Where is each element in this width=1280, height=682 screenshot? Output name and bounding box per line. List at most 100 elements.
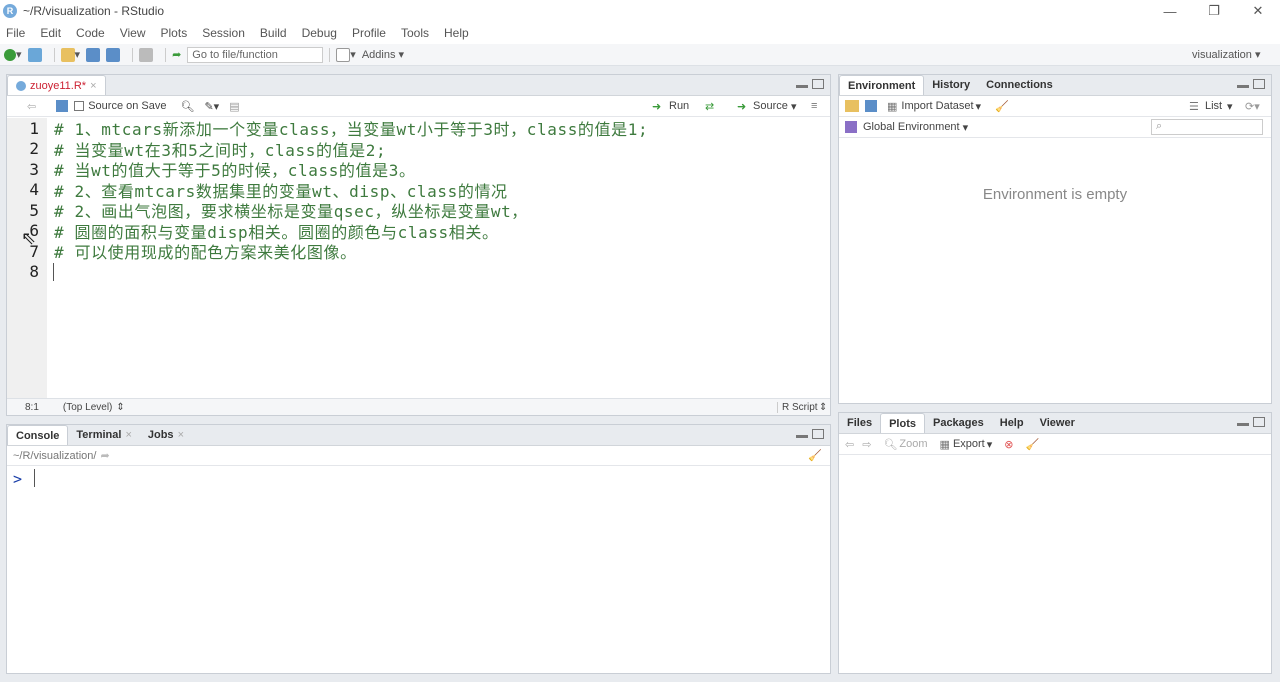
clear-console-icon[interactable]: 🧹 [808, 449, 822, 462]
scope-dropdown-icon[interactable]: ⇕ [116, 402, 124, 413]
export-icon: ▦ [939, 438, 950, 451]
menu-debug[interactable]: Debug [302, 26, 337, 40]
env-search-input[interactable]: ⌕ [1151, 119, 1263, 135]
tab-console[interactable]: Console [7, 425, 69, 445]
menu-help[interactable]: Help [444, 26, 469, 40]
zoom-button[interactable]: Zoom [899, 438, 927, 450]
env-dropdown-icon[interactable]: ▾ [963, 121, 969, 134]
console-input[interactable]: > [7, 466, 830, 673]
addins-button[interactable]: Addins ▾ [362, 48, 404, 62]
tab-label: Help [999, 417, 1024, 429]
file-type-dropdown-icon[interactable]: ⇕ [819, 402, 827, 413]
menu-session[interactable]: Session [202, 26, 245, 40]
rerun-icon[interactable]: ⇄ [705, 100, 714, 113]
menu-build[interactable]: Build [260, 26, 287, 40]
menu-code[interactable]: Code [76, 26, 105, 40]
clear-plots-icon[interactable]: 🧹 [1025, 438, 1039, 451]
tab-packages[interactable]: Packages [925, 413, 992, 433]
tab-environment[interactable]: Environment [839, 75, 925, 95]
close-button[interactable]: ✕ [1236, 0, 1280, 22]
import-dataset-button[interactable]: Import Dataset [901, 100, 973, 112]
file-type-selector[interactable]: R Script [777, 401, 818, 413]
project-menu[interactable]: visualization ▾ [1192, 48, 1261, 62]
source-button[interactable]: Source [753, 100, 788, 112]
list-dropdown-icon[interactable]: ▾ [1227, 100, 1233, 113]
compile-report-icon[interactable]: ▤ [229, 100, 239, 113]
forward-arrow-icon[interactable]: ⇨ [862, 438, 871, 451]
new-file-button[interactable]: ▾ [4, 48, 22, 61]
back-arrow-icon[interactable]: ⇦ [845, 438, 854, 451]
goto-dir-icon[interactable]: ➦ [100, 449, 109, 462]
print-button[interactable] [139, 47, 154, 62]
source-arrow-icon: ➜ [737, 100, 747, 113]
minimize-pane-icon[interactable] [1237, 85, 1249, 88]
tab-viewer[interactable]: Viewer [1032, 413, 1083, 433]
menu-profile[interactable]: Profile [352, 26, 386, 40]
wand-icon[interactable]: ✎▾ [204, 100, 219, 113]
save-workspace-icon[interactable] [865, 100, 877, 112]
new-project-button[interactable] [27, 47, 42, 62]
table-icon: ▦ [887, 100, 898, 113]
maximize-pane-icon[interactable] [812, 79, 824, 89]
export-dropdown-icon[interactable]: ▾ [987, 438, 993, 451]
import-dropdown-icon[interactable]: ▾ [976, 100, 982, 113]
plus-icon [4, 48, 16, 61]
save-icon[interactable] [56, 100, 69, 112]
back-icon[interactable]: ⇦ [27, 100, 36, 113]
tab-label: Connections [986, 79, 1053, 91]
load-workspace-icon[interactable] [845, 100, 859, 112]
menu-edit[interactable]: Edit [40, 26, 61, 40]
line-number: 8 [29, 262, 39, 281]
source-dropdown-icon[interactable]: ▾ [791, 100, 797, 113]
workspace-panes-button[interactable]: ▾ [336, 47, 356, 62]
outline-icon[interactable]: ≡ [811, 100, 817, 112]
scope-selector[interactable]: (Top Level) [63, 402, 112, 413]
export-button[interactable]: Export [953, 438, 985, 450]
list-view-selector[interactable]: List [1205, 100, 1222, 112]
refresh-icon[interactable]: ⟳▾ [1245, 100, 1260, 113]
goto-file-input[interactable]: Go to file/function [187, 46, 324, 63]
close-tab-icon[interactable]: × [178, 429, 184, 441]
search-icon[interactable]: 🔍︎ [181, 100, 195, 113]
save-all-button[interactable] [106, 47, 121, 62]
tab-history[interactable]: History [924, 75, 978, 95]
tab-jobs[interactable]: Jobs × [140, 425, 192, 445]
maximize-pane-icon[interactable] [812, 429, 824, 439]
env-scope-bar: Global Environment ▾ ⌕ [839, 117, 1271, 138]
close-tab-icon[interactable]: × [125, 429, 131, 441]
tab-zuoye11[interactable]: zuoye11.R* × [7, 75, 106, 95]
menu-tools[interactable]: Tools [401, 26, 429, 40]
close-tab-icon[interactable]: × [90, 80, 96, 92]
restore-button[interactable]: ❐ [1192, 0, 1236, 22]
toolbar-separator [165, 47, 167, 62]
tab-label: Terminal [76, 429, 122, 441]
source-on-save-checkbox[interactable] [74, 101, 85, 111]
maximize-pane-icon[interactable] [1253, 417, 1265, 427]
save-button[interactable] [86, 47, 101, 62]
minimize-button[interactable]: — [1148, 0, 1192, 22]
goto-arrow-icon: ➦ [172, 49, 182, 61]
environment-selector[interactable]: Global Environment [863, 121, 960, 133]
minimize-pane-icon[interactable] [796, 435, 808, 438]
menu-plots[interactable]: Plots [161, 26, 188, 40]
print-icon [139, 47, 154, 62]
tab-connections[interactable]: Connections [978, 75, 1061, 95]
menu-file[interactable]: File [6, 26, 25, 40]
minimize-pane-icon[interactable] [796, 85, 808, 88]
remove-plot-icon[interactable]: ⊗ [1004, 438, 1013, 451]
code-editor[interactable]: 1 # 1、mtcars新添加一个变量class，当变量wt小于等于3时，clas… [7, 118, 830, 398]
open-file-button[interactable]: ▾ [60, 47, 80, 62]
tab-files[interactable]: Files [839, 413, 880, 433]
folder-icon [60, 47, 75, 62]
tab-plots[interactable]: Plots [880, 413, 925, 433]
title-bar: R ~/R/visualization - RStudio — ❐ ✕ [0, 0, 1280, 22]
broom-icon[interactable]: 🧹 [995, 100, 1009, 113]
tab-terminal[interactable]: Terminal × [68, 425, 139, 445]
run-button[interactable]: Run [669, 100, 689, 112]
minimize-pane-icon[interactable] [1237, 423, 1249, 426]
maximize-pane-icon[interactable] [1253, 79, 1265, 89]
project-name: visualization [1192, 48, 1252, 61]
tab-help[interactable]: Help [992, 413, 1032, 433]
toolbar-separator [132, 47, 134, 62]
menu-view[interactable]: View [120, 26, 146, 40]
